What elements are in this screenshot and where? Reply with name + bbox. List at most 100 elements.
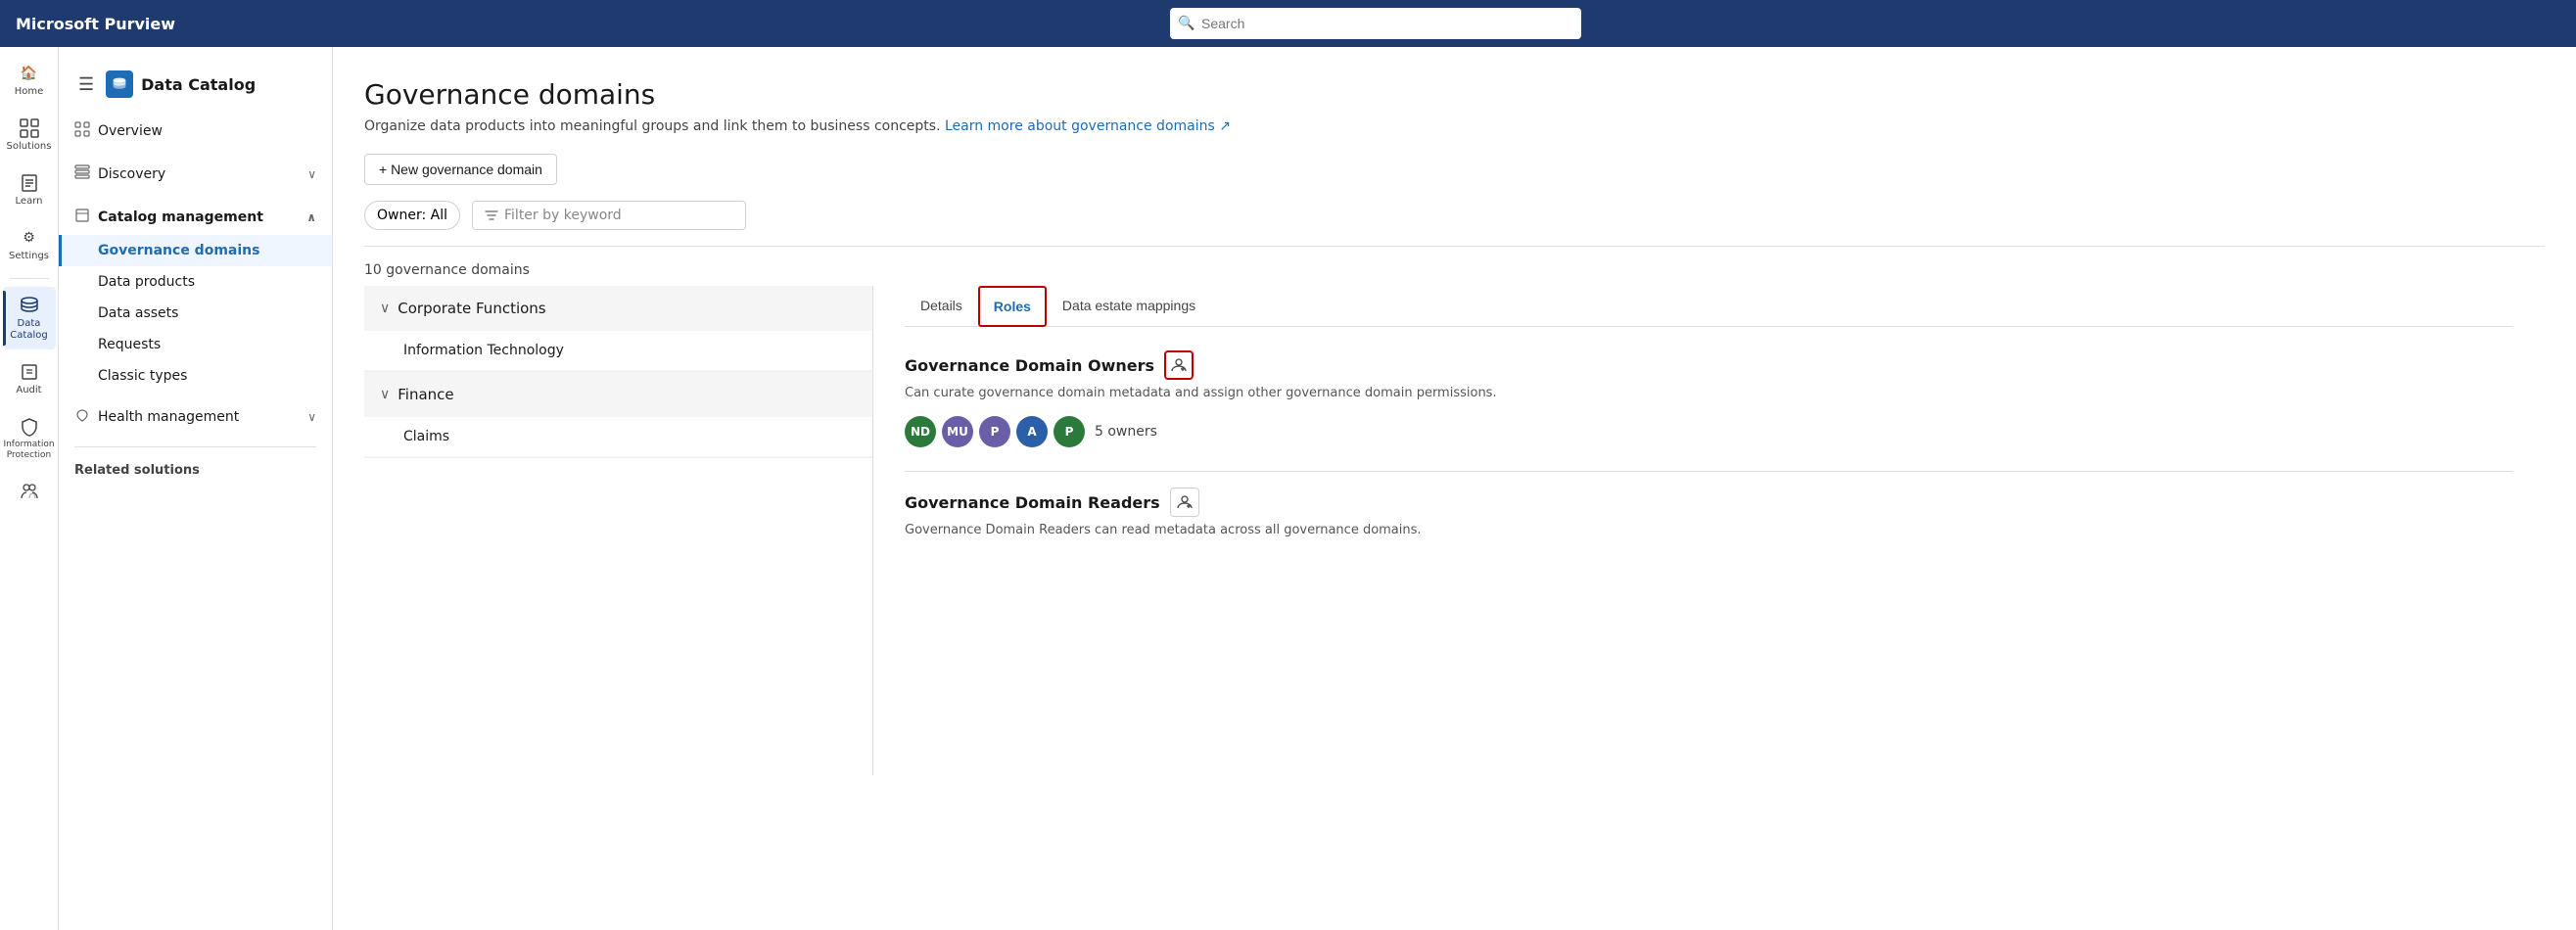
domain-group-corporate: ∨ Corporate Functions Information Techno… <box>364 286 872 372</box>
owner-a-initials: A <box>1027 425 1036 439</box>
add-owners-button[interactable] <box>1164 350 1194 380</box>
sidebar-item-data-catalog[interactable]: Data Catalog <box>3 287 56 349</box>
nav-gov-domains-label: Governance domains <box>98 243 259 258</box>
gov-readers-title: Governance Domain Readers <box>905 493 1160 512</box>
nav-catalog-mgmt-header[interactable]: Catalog management ∧ <box>59 200 332 235</box>
owner-filter[interactable]: Owner: All <box>364 201 460 230</box>
keyword-filter[interactable]: Filter by keyword <box>472 201 746 230</box>
filter-icon <box>485 209 498 222</box>
domain-group-finance: ∨ Finance Claims <box>364 372 872 458</box>
data-catalog-icon <box>19 295 40 316</box>
detail-panel: Details Roles Data estate mappings Gover… <box>873 286 2545 775</box>
nav-item-overview[interactable]: Overview <box>59 114 332 149</box>
discovery-icon <box>74 164 90 184</box>
search-bar: 🔍 <box>1170 8 1581 39</box>
home-icon: 🏠 <box>19 63 40 84</box>
sidebar-item-home[interactable]: 🏠 Home <box>3 55 56 106</box>
info-technology-label: Information Technology <box>403 343 564 358</box>
gov-readers-section-title: Governance Domain Readers <box>905 488 2513 517</box>
gov-readers-desc: Governance Domain Readers can read metad… <box>905 523 2513 537</box>
discovery-chevron: ∨ <box>307 167 316 181</box>
nav-requests[interactable]: Requests <box>59 329 332 360</box>
owners-count: 5 owners <box>1095 424 1157 440</box>
nav-data-products-label: Data products <box>98 274 195 290</box>
new-domain-button[interactable]: + New governance domain <box>364 154 557 185</box>
icon-sidebar: 🏠 Home Solutions Learn ⚙ Settings Data C… <box>0 47 59 930</box>
sidebar-home-label: Home <box>15 86 44 98</box>
catalog-chevron: ∧ <box>306 210 316 224</box>
sidebar-datacatalog-label: Data Catalog <box>7 318 52 342</box>
search-icon: 🔍 <box>1178 16 1194 31</box>
learn-more-link[interactable]: Learn more about governance domains ↗ <box>945 118 1231 134</box>
domain-sub-info-technology[interactable]: Information Technology <box>364 331 872 371</box>
settings-icon: ⚙ <box>19 227 40 249</box>
info-protection-icon <box>19 416 40 438</box>
sidebar-item-audit[interactable]: Audit <box>3 353 56 404</box>
tab-details-label: Details <box>920 298 962 313</box>
claims-label: Claims <box>403 429 449 444</box>
nav-overview: Overview <box>59 110 332 153</box>
gov-owners-title: Governance Domain Owners <box>905 356 1154 375</box>
add-readers-button[interactable] <box>1170 488 1199 517</box>
owners-row: ND MU P A P 5 owners <box>905 416 2513 447</box>
tab-data-estate-label: Data estate mappings <box>1062 298 1195 313</box>
nav-catalog-label: Catalog management <box>98 209 263 225</box>
finance-label: Finance <box>398 386 453 403</box>
owner-nd: ND <box>905 416 936 447</box>
nav-divider <box>74 446 316 447</box>
nav-classic-types[interactable]: Classic types <box>59 360 332 392</box>
panel-title: Data Catalog <box>141 75 256 94</box>
sidebar-learn-label: Learn <box>16 196 43 208</box>
finance-chevron-icon: ∨ <box>380 387 390 402</box>
owner-a: A <box>1016 416 1048 447</box>
nav-item-discovery[interactable]: Discovery ∨ <box>59 157 332 192</box>
nav-health-mgmt: Health management ∨ <box>59 395 332 439</box>
sidebar-item-solutions[interactable]: Solutions <box>3 110 56 161</box>
domain-list: ∨ Corporate Functions Information Techno… <box>364 286 873 775</box>
page-desc: Organize data products into meaningful g… <box>364 118 2545 134</box>
owner-filter-label: Owner: All <box>377 208 447 223</box>
tab-data-estate[interactable]: Data estate mappings <box>1047 286 1211 327</box>
audit-icon <box>19 361 40 383</box>
left-panel: ☰ Data Catalog Overview Discovery <box>59 47 333 930</box>
catalog-mgmt-icon <box>74 208 90 227</box>
nav-overview-label: Overview <box>98 123 163 139</box>
tab-roles-label: Roles <box>994 299 1031 314</box>
domain-sub-claims[interactable]: Claims <box>364 417 872 457</box>
sidebar-settings-label: Settings <box>9 251 49 262</box>
domain-group-finance-header[interactable]: ∨ Finance <box>364 372 872 417</box>
sidebar-item-people[interactable] <box>3 473 56 510</box>
panel-logo-icon <box>106 70 133 98</box>
filter-placeholder: Filter by keyword <box>504 208 622 223</box>
sidebar-solutions-label: Solutions <box>7 141 52 153</box>
nav-health-label: Health management <box>98 409 239 425</box>
panel-header: ☰ Data Catalog <box>59 55 332 110</box>
nav-data-products[interactable]: Data products <box>59 266 332 298</box>
owner-p1-initials: P <box>991 425 1000 439</box>
app-layout: 🏠 Home Solutions Learn ⚙ Settings Data C… <box>0 47 2576 930</box>
main-content: Governance domains Organize data product… <box>333 47 2576 930</box>
owner-nd-initials: ND <box>911 425 930 439</box>
add-reader-icon <box>1176 493 1194 511</box>
learn-icon <box>19 172 40 194</box>
sidebar-item-settings[interactable]: ⚙ Settings <box>3 219 56 270</box>
nav-item-health-mgmt[interactable]: Health management ∨ <box>59 399 332 435</box>
hamburger-button[interactable]: ☰ <box>74 74 98 95</box>
sidebar-item-info-protection[interactable]: Information Protection <box>3 408 56 469</box>
tab-roles[interactable]: Roles <box>978 286 1047 327</box>
sidebar-infoprotection-label: Information Protection <box>3 440 54 461</box>
top-bar: Microsoft Purview 🔍 <box>0 0 2576 47</box>
nav-governance-domains[interactable]: Governance domains <box>59 235 332 266</box>
owner-p2: P <box>1054 416 1085 447</box>
count-label: 10 governance domains <box>364 262 2545 278</box>
health-mgmt-icon <box>74 407 90 427</box>
search-input[interactable] <box>1170 8 1581 39</box>
corporate-label: Corporate Functions <box>398 300 545 317</box>
gov-owners-desc: Can curate governance domain metadata an… <box>905 386 2513 400</box>
nav-data-assets[interactable]: Data assets <box>59 298 332 329</box>
domain-group-corporate-header[interactable]: ∨ Corporate Functions <box>364 286 872 331</box>
tab-details[interactable]: Details <box>905 286 978 327</box>
corporate-chevron-icon: ∨ <box>380 301 390 316</box>
nav-classic-types-label: Classic types <box>98 368 187 384</box>
sidebar-item-learn[interactable]: Learn <box>3 164 56 215</box>
